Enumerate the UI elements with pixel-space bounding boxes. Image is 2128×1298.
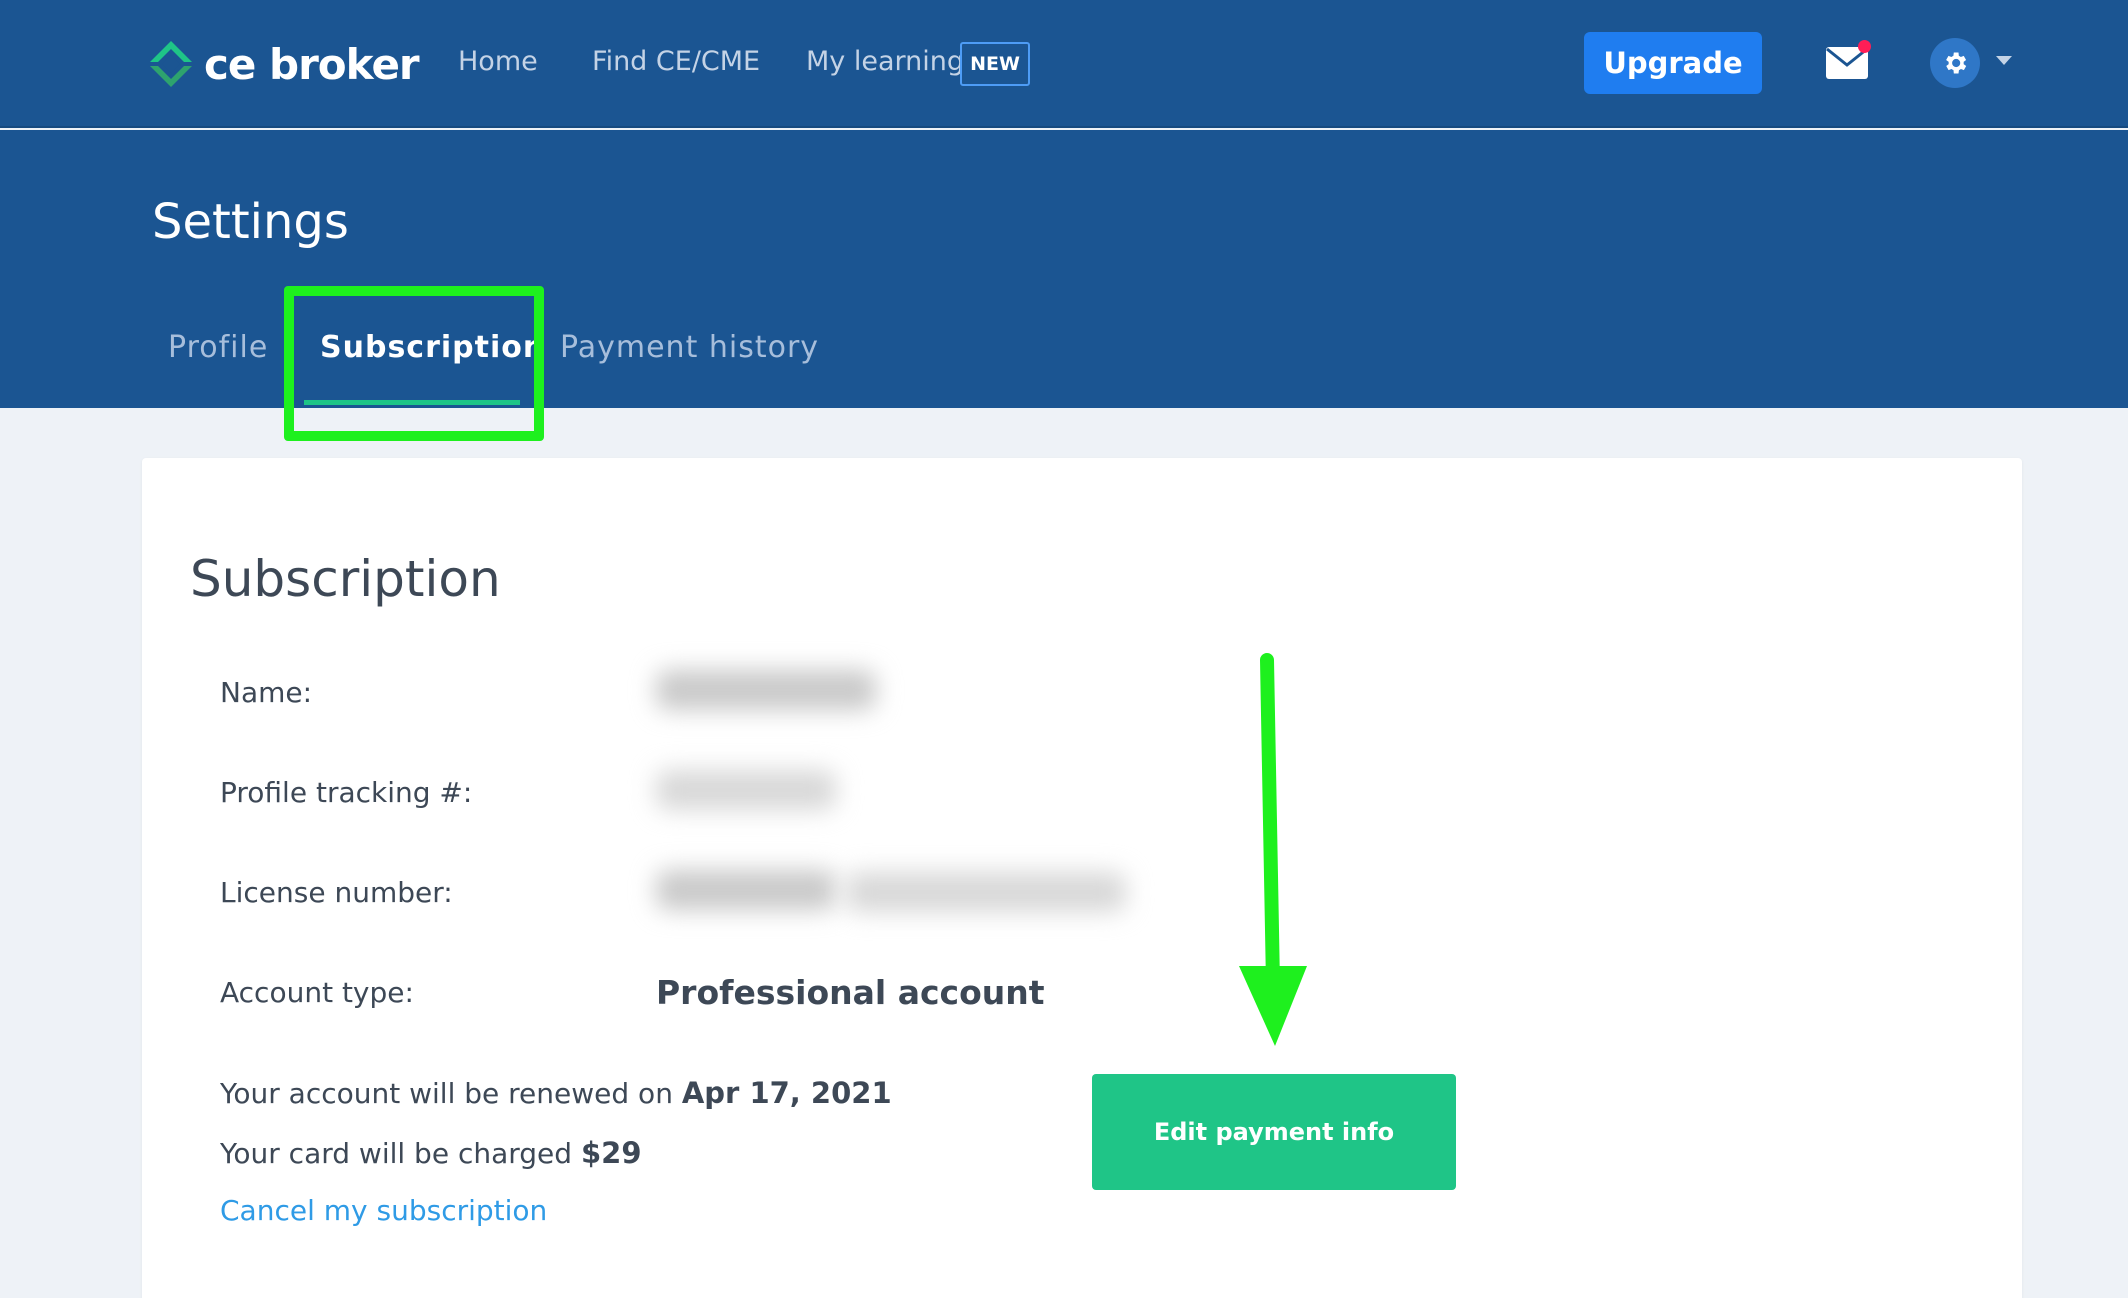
ce-broker-logo[interactable]: ce broker [148,34,420,94]
renew-text: Your account will be renewed on [220,1077,673,1110]
charge-info: Your card will be charged $29 [220,1136,642,1170]
account-type-value: Professional account [656,973,1045,1012]
ce-broker-logo-icon [150,41,192,87]
chevron-down-icon[interactable] [1996,56,2012,65]
charge-amount: $29 [580,1136,642,1170]
top-navbar: ce broker Home Find CE/CME My learning N… [0,0,2128,128]
page-title: Settings [152,194,349,250]
tab-profile[interactable]: Profile [168,330,268,365]
subscription-title: Subscription [190,550,501,608]
logo-text: ce broker [204,39,420,89]
tracking-value-redacted [656,770,836,810]
name-value-redacted [656,670,876,710]
name-label: Name: [220,676,313,709]
nav-find-ce[interactable]: Find CE/CME [592,46,760,77]
license-label: License number: [220,876,453,909]
tab-payment-history[interactable]: Payment history [560,330,819,365]
tracking-label: Profile tracking #: [220,776,473,809]
nav-my-learning[interactable]: My learning [806,46,964,77]
license-value-redacted [656,870,836,910]
upgrade-button[interactable]: Upgrade [1584,32,1762,94]
renewal-info: Your account will be renewed on Apr 17, … [220,1076,892,1110]
subscription-card: Subscription Name: Profile tracking #: L… [142,458,2022,1298]
notification-dot [1858,40,1871,53]
gear-icon [1946,52,1967,74]
charge-text: Your card will be charged [220,1137,573,1170]
cancel-subscription-link[interactable]: Cancel my subscription [220,1194,547,1227]
license-type-redacted [846,872,1126,912]
edit-payment-info-button[interactable]: Edit payment info [1092,1074,1456,1190]
account-type-label: Account type: [220,976,414,1009]
new-badge: NEW [960,42,1030,86]
highlight-box-annotation [284,286,544,441]
nav-home[interactable]: Home [458,46,538,77]
settings-menu-button[interactable] [1930,38,1980,88]
arrow-annotation [1239,653,1307,1046]
renew-date: Apr 17, 2021 [681,1076,892,1110]
